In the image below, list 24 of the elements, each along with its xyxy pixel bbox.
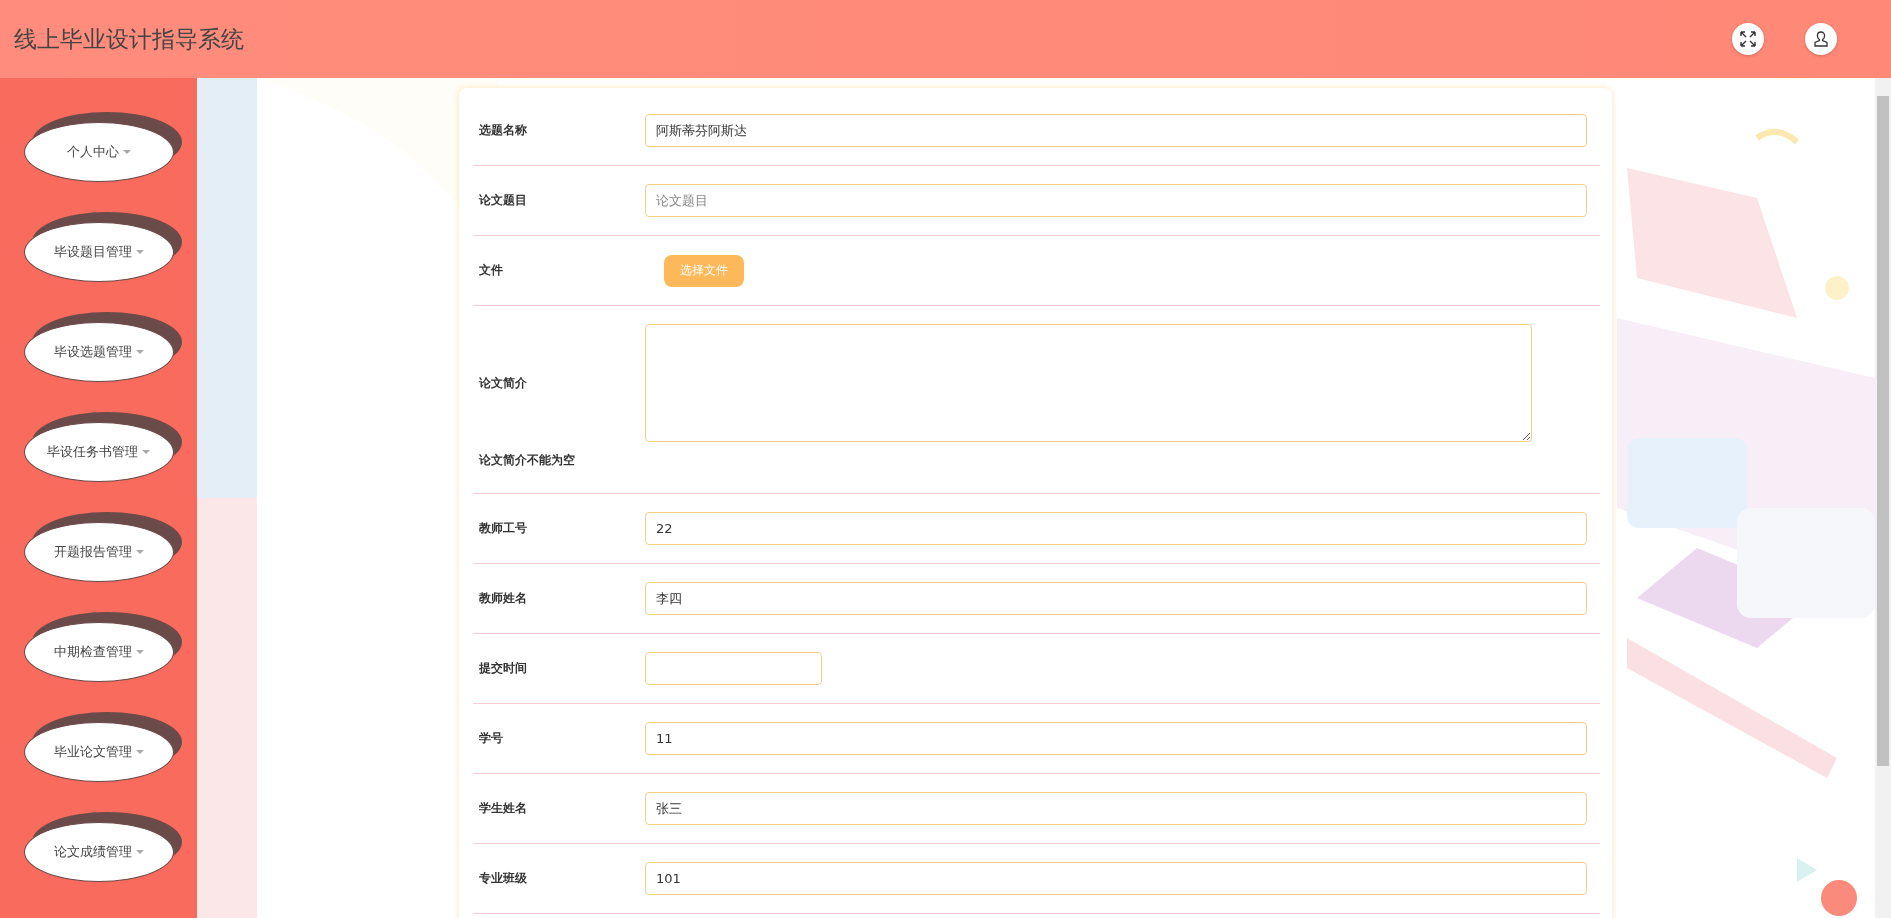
text-field[interactable]: 22 <box>645 512 1587 545</box>
field-label: 提交时间 <box>479 660 528 677</box>
text-field[interactable]: 李四 <box>645 582 1587 615</box>
text-field[interactable]: 张三 <box>645 792 1587 825</box>
text-field[interactable]: 阿斯蒂芬阿斯达 <box>645 114 1587 147</box>
user-icon[interactable] <box>1805 23 1837 55</box>
textarea-field[interactable] <box>645 324 1532 442</box>
text-field[interactable]: 论文题目 <box>645 184 1587 217</box>
field-label: 教师工号 <box>479 520 528 537</box>
fullscreen-icon[interactable] <box>1732 23 1764 55</box>
field-label: 文件 <box>479 262 504 279</box>
date-field[interactable] <box>645 652 822 685</box>
field-label: 选题名称 <box>479 122 528 139</box>
field-label: 专业班级 <box>479 870 528 887</box>
field-label: 教师姓名 <box>479 590 528 607</box>
app-title: 线上毕业设计指导系统 <box>14 24 244 54</box>
field-label: 论文简介 <box>479 374 528 392</box>
field-label: 学生姓名 <box>479 800 528 817</box>
error-message: 论文简介不能为空 <box>479 452 576 469</box>
text-field[interactable]: 101 <box>645 862 1587 895</box>
text-field[interactable]: 11 <box>645 722 1587 755</box>
field-label: 论文题目 <box>479 192 528 209</box>
field-label: 学号 <box>479 730 504 747</box>
scrollbar[interactable] <box>1875 78 1891 918</box>
